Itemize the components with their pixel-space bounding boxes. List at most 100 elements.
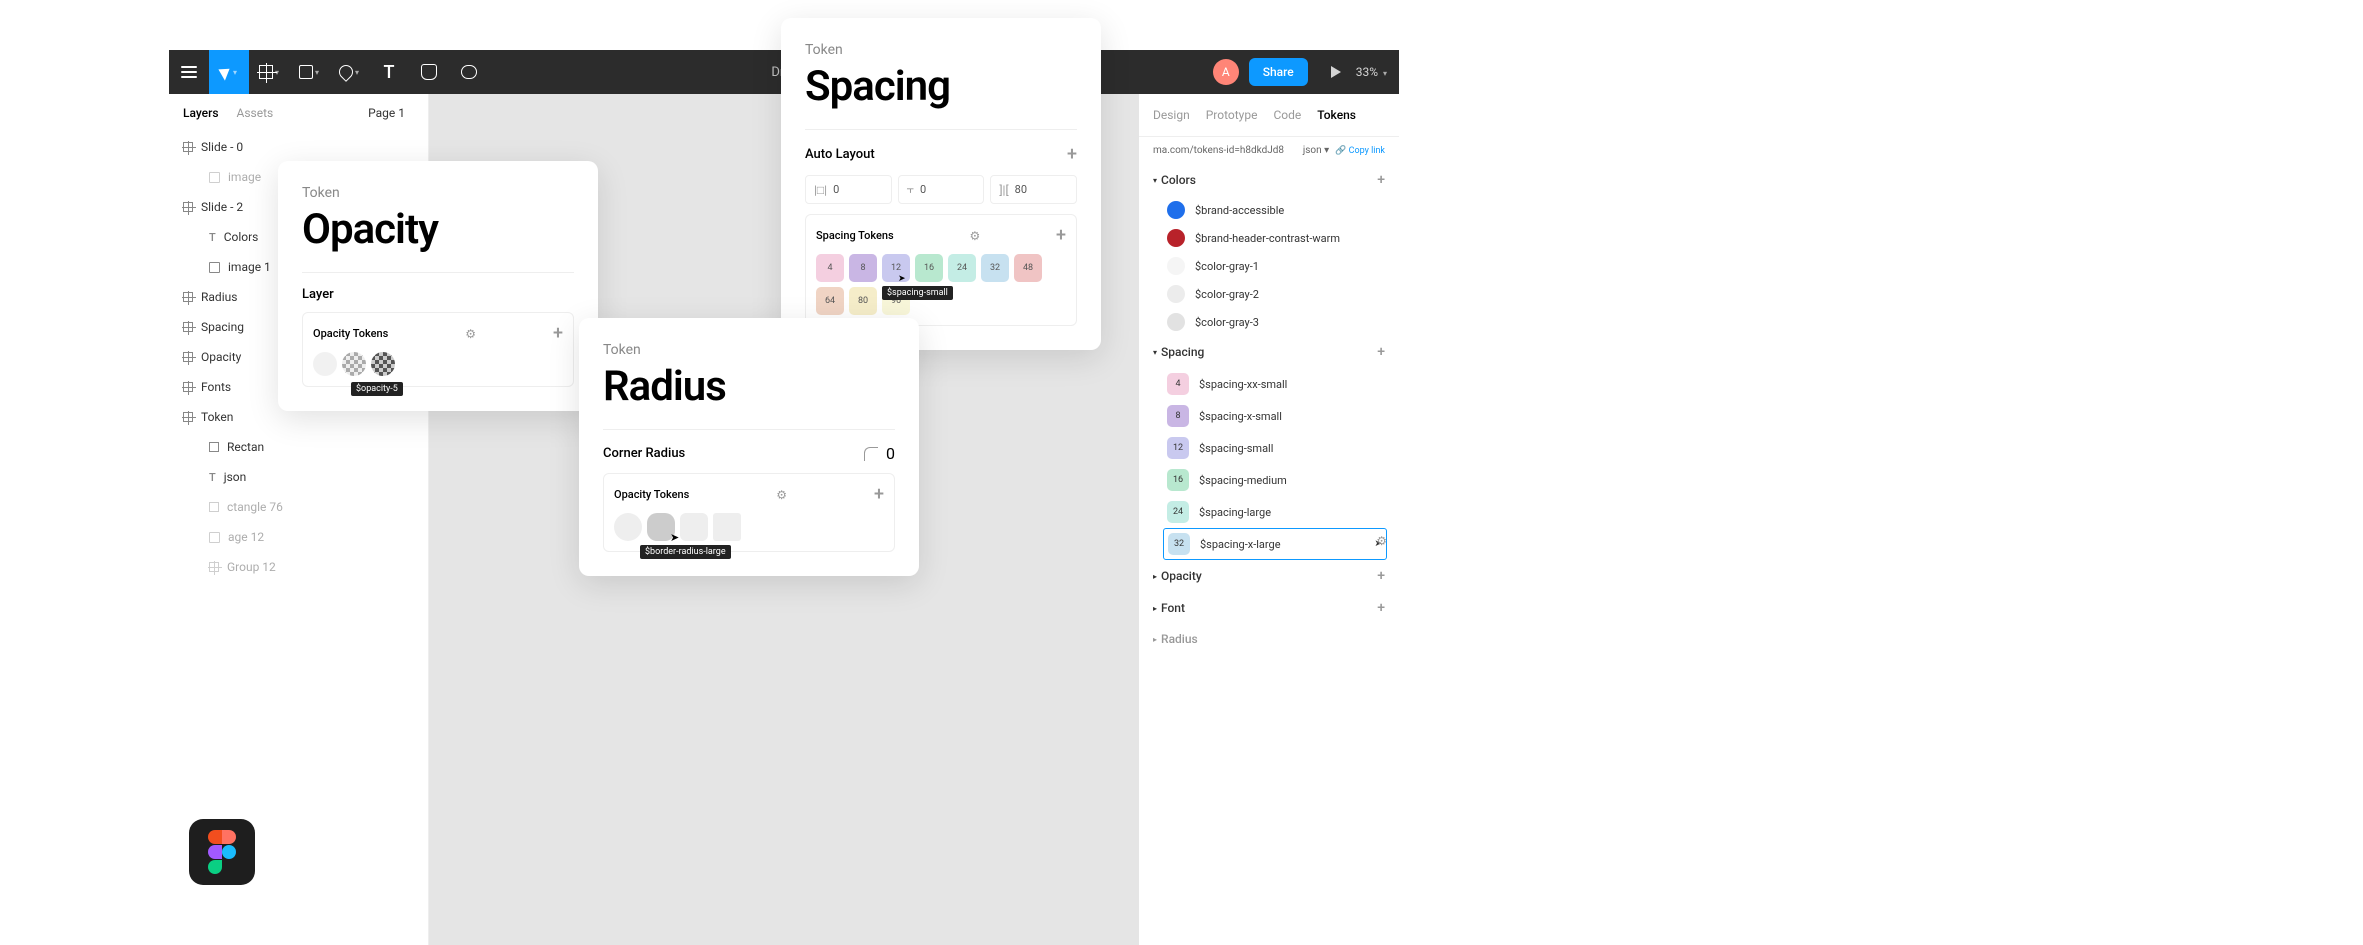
spacing-token[interactable]: 12$spacing-small [1139,432,1399,464]
spacing-token[interactable]: 24 $spacing-large [1139,496,1399,528]
section-radius-header[interactable]: ▸Radius [1139,624,1399,654]
spacing-panel: Token Spacing Auto Layout+ |□|0 ⫟0 ]|[80… [781,18,1101,350]
spacing-swatch: 8 [1167,405,1189,427]
section-spacing-header[interactable]: ▾Spacing+ [1139,336,1399,368]
color-token[interactable]: $color-gray-1 [1139,252,1399,280]
color-swatch [1167,285,1185,303]
spacing-chip[interactable]: 24 [948,254,976,282]
avatar[interactable]: A [1213,59,1239,85]
layer-label: ctangle 76 [227,500,283,514]
add-button[interactable]: + [1056,225,1066,246]
layer-row[interactable]: Slide - 0 [169,132,428,162]
shape-tool[interactable]: ▾ [289,50,329,94]
spacing-chip[interactable]: 4 [816,254,844,282]
spacing-token[interactable]: 4$spacing-xx-small [1139,368,1399,400]
token-label: Token [603,342,895,358]
layer-row[interactable]: Tjson [169,462,428,492]
padding-h-input[interactable]: |□|0 [805,175,892,204]
color-swatch [1167,229,1185,247]
add-opacity-button[interactable]: + [1377,568,1385,584]
frame-tool[interactable]: ▾ [249,50,289,94]
opacity-token-3[interactable] [371,352,395,376]
tab-code[interactable]: Code [1273,108,1301,122]
opacity-token-1[interactable] [313,352,337,376]
menu-button[interactable] [169,50,209,94]
layer-row[interactable]: age 12 [169,522,428,552]
tab-assets[interactable]: Assets [237,106,274,120]
zoom-select[interactable]: 33% ▾ [1356,65,1387,79]
spacing-chip[interactable]: 16 [915,254,943,282]
spacing-token[interactable]: 32$spacing-x-large➤ [1163,528,1387,560]
caret-down-icon: ▾ [1153,176,1157,185]
layer-row[interactable]: Group 12 [169,552,428,582]
layer-row[interactable]: ctangle 76 [169,492,428,522]
spacing-chip[interactable]: 48 [1014,254,1042,282]
figma-logo[interactable] [189,819,255,885]
pen-tool[interactable]: ▾ [329,50,369,94]
copy-link-button[interactable]: 🔗 Copy link [1335,146,1385,156]
spacing-chip[interactable]: 32 [981,254,1009,282]
section-colors-header[interactable]: ▾Colors+ [1139,164,1399,196]
chevron-down-icon: ▾ [355,68,359,77]
section-font-header[interactable]: ▸Font+ [1139,592,1399,624]
tab-tokens[interactable]: Tokens [1317,108,1356,122]
padding-v-input[interactable]: ⫟0 [898,175,985,204]
color-token[interactable]: $color-gray-2 [1139,280,1399,308]
color-token[interactable]: $brand-header-contrast-warm [1139,224,1399,252]
token-name: $spacing-large [1199,506,1271,519]
tab-layers[interactable]: Layers [183,106,219,120]
move-tool[interactable]: ▾ [209,50,249,94]
token-name: $spacing-x-small [1199,410,1282,423]
padding-h-icon: |□| [814,183,827,197]
token-name: $spacing-xx-small [1199,378,1287,391]
gap-input[interactable]: ]|[80 [990,175,1077,204]
hand-tool[interactable] [409,50,449,94]
layer-label: Fonts [201,380,231,394]
settings-icon[interactable]: ⚙ [776,488,787,502]
box-title: Opacity Tokens [614,488,689,501]
inspector-panel: Design Prototype Code Tokens ma.com/toke… [1139,94,1399,945]
settings-icon[interactable]: ⚙ [465,327,476,341]
settings-icon[interactable]: ⚙ [1376,534,1387,548]
opacity-token-2[interactable] [342,352,366,376]
tab-prototype[interactable]: Prototype [1206,108,1258,122]
add-button[interactable]: + [874,484,884,505]
section-opacity-header[interactable]: ▸Opacity+ [1139,560,1399,592]
color-token[interactable]: $brand-accessible [1139,196,1399,224]
spacing-chip[interactable]: 80 [849,287,877,315]
radius-token-3[interactable] [680,513,708,541]
chevron-down-icon: ▾ [315,68,319,77]
color-token[interactable]: $color-gray-3 [1139,308,1399,336]
share-button[interactable]: Share [1249,58,1308,86]
spacing-chip[interactable]: 64 [816,287,844,315]
corner-radius-value[interactable]: 0 [886,444,895,463]
spacing-swatch: 24 [1167,501,1189,523]
add-button[interactable]: + [553,323,563,344]
add-autolayout-button[interactable]: + [1067,144,1077,165]
layer-label: Rectan [227,440,264,454]
panel-title: Opacity [302,205,574,254]
page-select[interactable]: Page 1 ▾ [368,106,414,120]
tab-design[interactable]: Design [1153,108,1190,122]
present-button[interactable] [1316,50,1356,94]
spacing-chip[interactable]: 8 [849,254,877,282]
add-color-button[interactable]: + [1377,172,1385,188]
spacing-token[interactable]: 8 $spacing-x-small [1139,400,1399,432]
spacing-token[interactable]: 16$spacing-medium [1139,464,1399,496]
add-spacing-button[interactable]: + [1377,344,1385,360]
text-tool[interactable]: T [369,50,409,94]
section-title: Radius [1161,632,1198,646]
color-swatch [1167,313,1185,331]
text-icon: T [384,62,395,83]
token-url[interactable]: ma.com/tokens-id=h8dkdJd8 [1153,145,1284,156]
gap-icon: ]|[ [999,183,1008,197]
layer-row[interactable]: Rectan [169,432,428,462]
spacing-swatch: 16 [1167,469,1189,491]
settings-icon[interactable]: ⚙ [969,229,980,243]
add-font-button[interactable]: + [1377,600,1385,616]
json-dropdown[interactable]: json ▾ [1303,145,1329,156]
radius-token-4[interactable] [713,513,741,541]
radius-token-1[interactable] [614,513,642,541]
comment-tool[interactable] [449,50,489,94]
token-name: $color-gray-3 [1195,316,1259,329]
